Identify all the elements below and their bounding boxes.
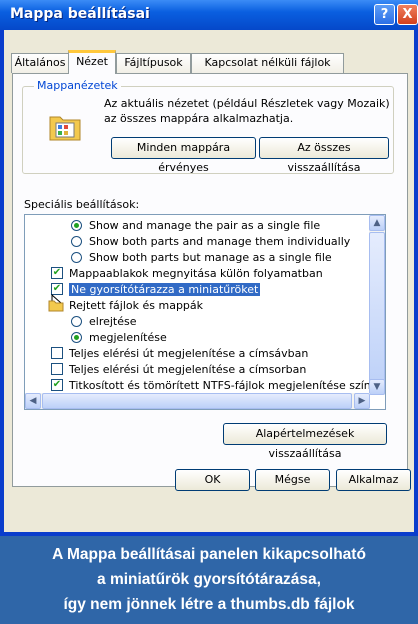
reset-all-folders-button[interactable]: Az összes visszaállítása bbox=[259, 137, 389, 174]
caption-line-2: a miniatűrök gyorsítótárazása, bbox=[97, 571, 321, 588]
scroll-left-button[interactable]: ◀ bbox=[25, 393, 41, 409]
scroll-down-button[interactable]: ▼ bbox=[369, 379, 385, 395]
vertical-scrollbar[interactable]: ▲ ▼ bbox=[369, 215, 385, 395]
h-scroll-thumb[interactable] bbox=[42, 393, 352, 409]
folder-view-icon bbox=[49, 116, 81, 141]
folder-views-description-2: az összes mappára alkalmazhatja. bbox=[104, 112, 294, 125]
list-item[interactable]: megjelenítése bbox=[71, 330, 167, 345]
list-item[interactable]: ✔ Titkosított és tömörített NTFS-fájlok … bbox=[51, 378, 384, 393]
window-title: Mappa beállításai bbox=[10, 6, 150, 22]
tab-file-types[interactable]: Fájltípusok bbox=[116, 53, 191, 73]
list-item-selected[interactable]: ✔ Ne gyorsítótárazza a miniatűröket bbox=[51, 282, 261, 297]
horizontal-scrollbar[interactable]: ◀ ▶ bbox=[25, 393, 370, 409]
radio-button[interactable] bbox=[71, 332, 82, 343]
close-button[interactable]: X bbox=[397, 4, 418, 25]
selected-item-label: Ne gyorsítótárazza a miniatűröket bbox=[69, 283, 261, 296]
list-item: Rejtett fájlok és mappák bbox=[48, 298, 203, 313]
advanced-settings-label: Speciális beállítások: bbox=[24, 198, 140, 211]
caption-line-3: így nem jönnek létre a thumbs.db fájlok bbox=[63, 596, 355, 613]
radio-button[interactable] bbox=[71, 220, 82, 231]
cancel-button[interactable]: Mégse bbox=[255, 469, 330, 491]
list-item[interactable]: ✔ Mappaablakok megnyitása külön folyamat… bbox=[51, 266, 323, 281]
list-item[interactable]: elrejtése bbox=[71, 314, 137, 329]
scroll-up-button[interactable]: ▲ bbox=[369, 215, 385, 231]
scroll-right-button[interactable]: ▶ bbox=[354, 393, 370, 409]
restore-defaults-button[interactable]: Alapértelmezések visszaállítása bbox=[223, 423, 387, 460]
folder-views-label: Mappanézetek bbox=[34, 79, 121, 92]
list-item[interactable]: Teljes elérési út megjelenítése a címsáv… bbox=[51, 346, 308, 361]
folder-views-description-1: Az aktuális nézetet (például Részletek v… bbox=[104, 97, 390, 110]
ok-button[interactable]: OK bbox=[175, 469, 250, 491]
caption-box: A Mappa beállításai panelen kikapcsolhat… bbox=[0, 536, 418, 624]
list-item[interactable]: Teljes elérési út megjelenítése a címsor… bbox=[51, 362, 306, 377]
apply-to-all-folders-button[interactable]: Minden mappára érvényes bbox=[111, 137, 256, 174]
apply-button[interactable]: Alkalmaz bbox=[336, 469, 411, 491]
folder-icon bbox=[48, 300, 64, 312]
scroll-thumb[interactable] bbox=[369, 232, 385, 394]
advanced-settings-list[interactable]: Show and manage the pair as a single fil… bbox=[24, 214, 386, 410]
dialog-window: Mappa beállításai ? X Általános Nézet Fá… bbox=[0, 0, 418, 536]
help-button[interactable]: ? bbox=[374, 4, 395, 25]
checkbox[interactable] bbox=[51, 347, 63, 359]
caption-line-1: A Mappa beállításai panelen kikapcsolhat… bbox=[52, 546, 366, 563]
radio-button[interactable] bbox=[71, 316, 82, 327]
list-item[interactable]: Show and manage the pair as a single fil… bbox=[71, 218, 320, 233]
list-item[interactable]: Show both parts but manage as a single f… bbox=[71, 250, 332, 265]
list-item[interactable]: Show both parts and manage them individu… bbox=[71, 234, 350, 249]
title-bar[interactable]: Mappa beállításai ? X bbox=[0, 0, 418, 30]
radio-button[interactable] bbox=[71, 236, 82, 247]
tab-general[interactable]: Általános bbox=[11, 53, 69, 73]
checkbox[interactable]: ✔ bbox=[51, 267, 63, 279]
radio-button[interactable] bbox=[71, 252, 82, 263]
tab-offline-files[interactable]: Kapcsolat nélküli fájlok bbox=[191, 53, 344, 73]
tab-view[interactable]: Nézet bbox=[68, 50, 116, 74]
checkbox[interactable] bbox=[51, 363, 63, 375]
checkbox[interactable]: ✔ bbox=[51, 379, 63, 391]
